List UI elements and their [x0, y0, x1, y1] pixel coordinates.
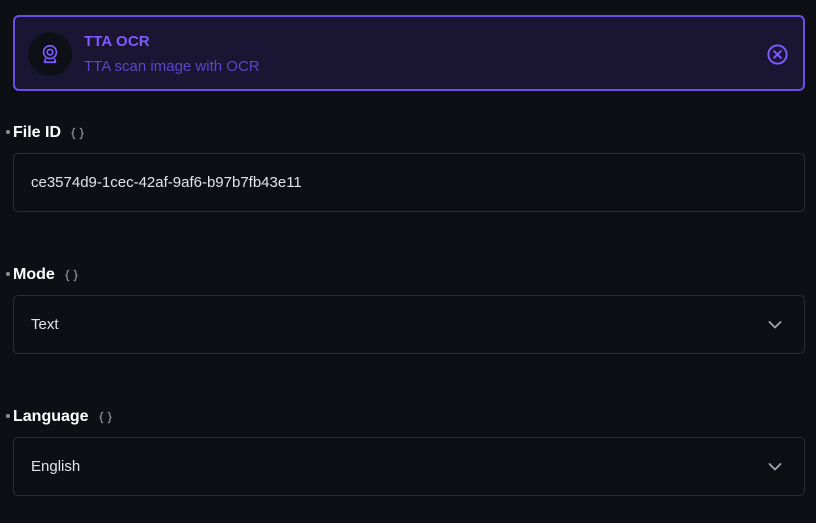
- mode-label-text: Mode: [13, 266, 55, 283]
- braces-icon[interactable]: [70, 127, 85, 140]
- file-id-input[interactable]: ce3574d9-1cec-42af-9af6-b97b7fb43e11: [13, 153, 805, 212]
- action-header-card: TTA OCR TTA scan image with OCR: [13, 15, 805, 91]
- braces-icon[interactable]: [98, 411, 113, 424]
- language-select[interactable]: English: [13, 437, 805, 496]
- mode-select[interactable]: Text: [13, 295, 805, 354]
- required-dot: [6, 414, 10, 418]
- file-id-label: File ID: [6, 122, 85, 144]
- required-dot: [6, 272, 10, 276]
- required-dot: [6, 130, 10, 134]
- mode-selected-value: Text: [31, 316, 59, 333]
- action-title: TTA OCR: [84, 33, 150, 50]
- close-circle-icon[interactable]: [765, 42, 789, 66]
- braces-icon[interactable]: [64, 269, 79, 282]
- file-id-label-text: File ID: [13, 124, 62, 141]
- language-label: Language: [6, 406, 113, 428]
- mode-label: Mode: [6, 264, 79, 286]
- language-selected-value: English: [31, 458, 81, 475]
- chevron-down-icon: [768, 320, 782, 329]
- language-label-text: Language: [13, 408, 89, 425]
- chevron-down-icon: [768, 462, 782, 471]
- tta-ocr-config-panel: TTA OCR TTA scan image with OCR File ID …: [0, 0, 816, 523]
- action-subtitle: TTA scan image with OCR: [84, 58, 260, 75]
- webcam-icon: [28, 32, 72, 76]
